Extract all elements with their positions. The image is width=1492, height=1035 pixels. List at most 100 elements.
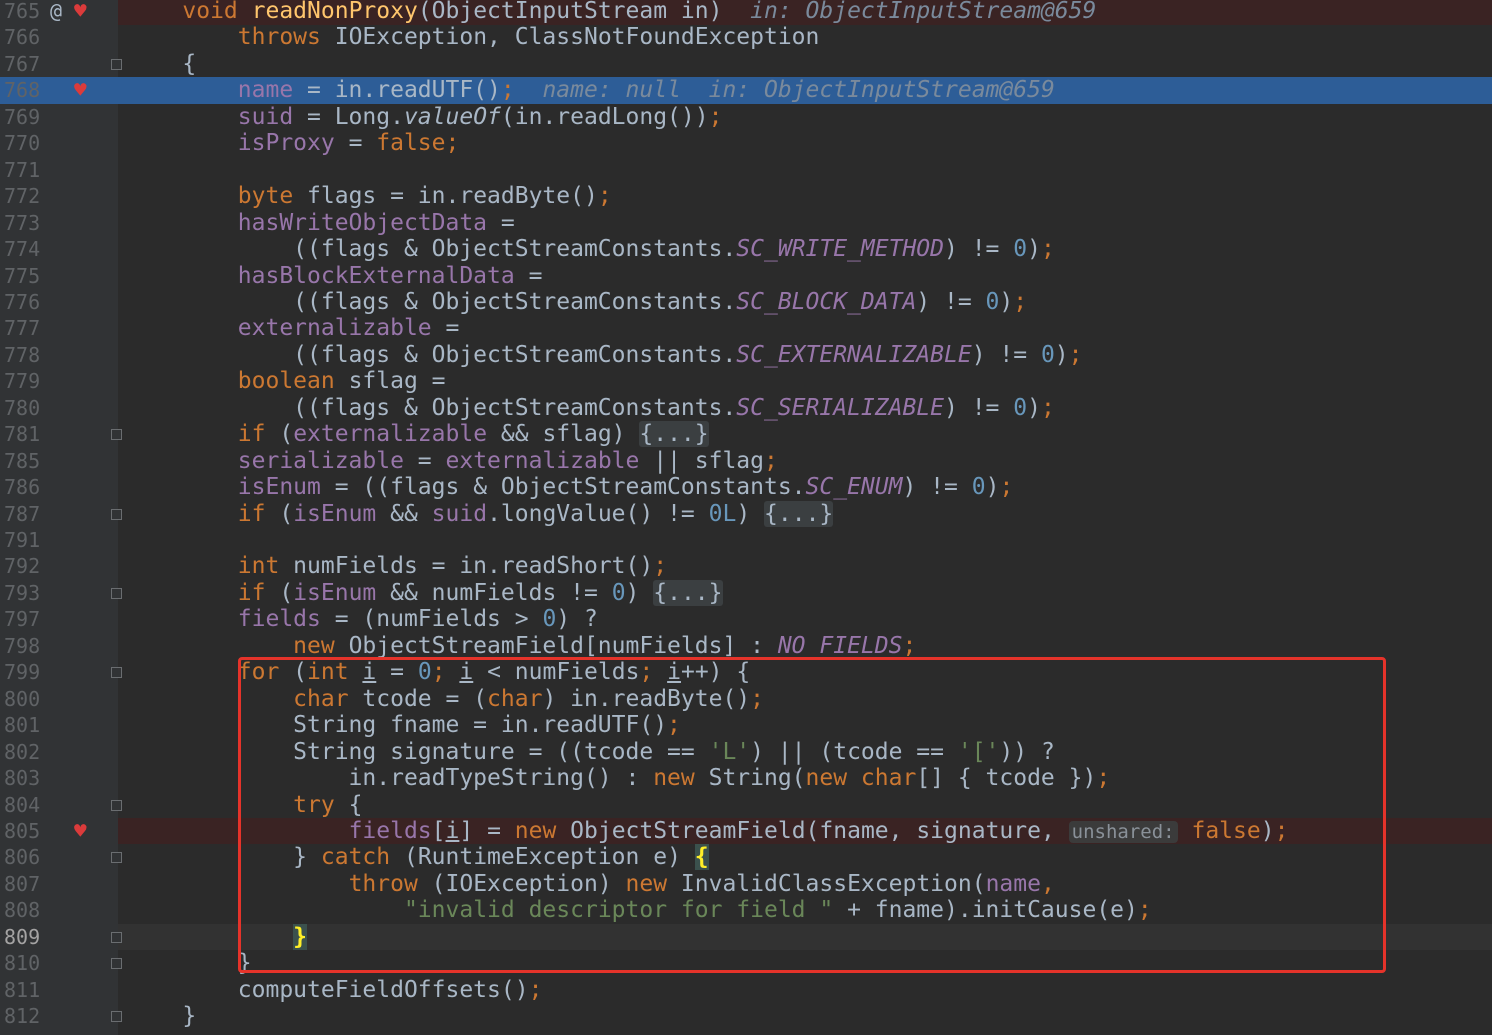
line-number[interactable]: 791 <box>4 527 44 554</box>
code-text[interactable]: throws IOException, ClassNotFoundExcepti… <box>127 24 820 51</box>
code-line-770[interactable]: 770 isProxy = false; <box>0 130 1492 157</box>
code-line-812[interactable]: 812 } <box>0 1003 1492 1030</box>
code-line-793[interactable]: 793 if (isEnum && numFields != 0) {...} <box>0 579 1492 607</box>
code-line-791[interactable]: 791 <box>0 527 1492 554</box>
code-line-805[interactable]: 805 ♥ fields[i] = new ObjectStreamField(f… <box>0 817 1492 846</box>
fold-toggle-icon[interactable] <box>111 1011 122 1023</box>
code-text[interactable]: throw (IOException) new InvalidClassExce… <box>127 871 1055 898</box>
line-number[interactable]: 802 <box>4 739 44 766</box>
code-line-800[interactable]: 800 char tcode = (char) in.readByte(); <box>0 685 1492 713</box>
code-text[interactable]: try { <box>127 792 362 819</box>
code-text[interactable]: if (externalizable && sflag) {...} <box>127 421 709 448</box>
line-number[interactable]: 770 <box>4 130 44 157</box>
line-number[interactable]: 812 <box>4 1003 44 1030</box>
line-number[interactable]: 787 <box>4 501 44 528</box>
code-text[interactable]: "invalid descriptor for field " + fname)… <box>127 897 1152 924</box>
line-number[interactable]: 792 <box>4 553 44 580</box>
code-line-774[interactable]: 774 ((flags & ObjectStreamConstants.SC_W… <box>0 236 1492 263</box>
code-line-771[interactable]: 771 <box>0 156 1492 184</box>
code-line-808[interactable]: 808 "invalid descriptor for field " + fn… <box>0 897 1492 924</box>
code-line-801[interactable]: 801 String fname = in.readUTF(); <box>0 712 1492 739</box>
code-editor[interactable]: 765 @ ♥ void readNonProxy(ObjectInputStrea… <box>0 0 1492 1035</box>
line-number[interactable]: 806 <box>4 844 44 871</box>
fold-toggle-icon[interactable] <box>111 667 122 679</box>
code-text[interactable]: serializable = externalizable || sflag; <box>127 448 778 475</box>
line-number[interactable]: 810 <box>4 950 44 977</box>
code-line-810[interactable]: 810 } <box>0 950 1492 977</box>
fold-toggle-icon[interactable] <box>111 958 122 970</box>
code-text[interactable]: } <box>127 923 308 951</box>
line-number[interactable]: 781 <box>4 421 44 448</box>
code-text[interactable]: } <box>127 950 252 977</box>
code-text[interactable]: int numFields = in.readShort(); <box>127 553 667 580</box>
code-text[interactable]: byte flags = in.readByte(); <box>127 183 612 210</box>
fold-toggle-icon[interactable] <box>111 852 122 864</box>
code-line-787[interactable]: 787 if (isEnum && suid.longValue() != 0L… <box>0 500 1492 528</box>
code-text[interactable]: fields = (numFields > 0) ? <box>127 606 598 633</box>
line-number[interactable]: 776 <box>4 289 44 316</box>
line-number[interactable]: 775 <box>4 263 44 290</box>
code-text[interactable]: in.readTypeString() : new String(new cha… <box>127 765 1111 792</box>
code-line-778[interactable]: 778 ((flags & ObjectStreamConstants.SC_E… <box>0 341 1492 369</box>
breakpoint-icon[interactable]: ♥ <box>74 818 87 845</box>
code-line-792[interactable]: 792 int numFields = in.readShort(); <box>0 553 1492 580</box>
code-line-811[interactable]: 811 computeFieldOffsets(); <box>0 976 1492 1004</box>
code-line-798[interactable]: 798 new ObjectStreamField[numFields] : N… <box>0 632 1492 660</box>
code-text[interactable]: { <box>127 51 196 78</box>
fold-toggle-icon[interactable] <box>111 508 122 520</box>
line-number[interactable]: 805 <box>4 818 44 845</box>
line-number[interactable]: 779 <box>4 368 44 395</box>
line-number[interactable]: 785 <box>4 448 44 475</box>
line-number[interactable]: 778 <box>4 342 44 369</box>
code-line-807[interactable]: 807 throw (IOException) new InvalidClass… <box>0 870 1492 898</box>
fold-toggle-icon[interactable] <box>111 429 122 441</box>
line-number[interactable]: 774 <box>4 236 44 263</box>
code-text[interactable]: externalizable = <box>127 315 460 342</box>
code-line-804[interactable]: 804 try { <box>0 791 1492 819</box>
code-line-806[interactable]: 806 } catch (RuntimeException e) { <box>0 844 1492 871</box>
line-number[interactable]: 766 <box>4 24 44 51</box>
code-text[interactable]: hasWriteObjectData = <box>127 210 515 237</box>
code-text[interactable]: for (int i = 0; i < numFields; i++) { <box>127 659 750 686</box>
line-number[interactable]: 780 <box>4 395 44 422</box>
code-text[interactable]: new ObjectStreamField[numFields] : NO_FI… <box>127 633 916 660</box>
line-number[interactable]: 769 <box>4 104 44 131</box>
fold-toggle-icon[interactable] <box>111 587 122 599</box>
code-text[interactable]: fields[i] = new ObjectStreamField(fname,… <box>127 818 1289 846</box>
code-text[interactable]: String fname = in.readUTF(); <box>127 712 681 739</box>
line-number[interactable]: 767 <box>4 51 44 78</box>
line-number[interactable]: 804 <box>4 792 44 819</box>
code-line-772[interactable]: 772 byte flags = in.readByte(); <box>0 183 1492 210</box>
line-number[interactable]: 801 <box>4 712 44 739</box>
line-number[interactable]: 809 <box>4 924 44 951</box>
code-text[interactable]: boolean sflag = <box>127 368 446 395</box>
code-line-785[interactable]: 785 serializable = externalizable || sfl… <box>0 447 1492 475</box>
code-text[interactable]: String signature = ((tcode == 'L') || (t… <box>127 739 1055 766</box>
folded-block[interactable]: {...} <box>639 421 709 448</box>
code-line-802[interactable]: 802 String signature = ((tcode == 'L') |… <box>0 738 1492 766</box>
line-number[interactable]: 771 <box>4 157 44 184</box>
code-text[interactable]: isEnum = ((flags & ObjectStreamConstants… <box>127 474 1014 501</box>
code-text[interactable]: ((flags & ObjectStreamConstants.SC_WRITE… <box>127 236 1055 263</box>
line-number[interactable]: 808 <box>4 897 44 924</box>
code-line-765[interactable]: 765 @ ♥ void readNonProxy(ObjectInputStrea… <box>0 0 1492 25</box>
breakpoint-icon[interactable]: ♥ <box>74 77 87 104</box>
breakpoint-icon[interactable]: ♥ <box>74 0 87 25</box>
fold-toggle-icon[interactable] <box>111 931 122 943</box>
code-line-769[interactable]: 769 suid = Long.valueOf(in.readLong()); <box>0 103 1492 131</box>
code-text[interactable]: ((flags & ObjectStreamConstants.SC_SERIA… <box>127 395 1055 422</box>
line-number[interactable]: 798 <box>4 633 44 660</box>
line-number[interactable]: 786 <box>4 474 44 501</box>
code-line-776[interactable]: 776 ((flags & ObjectStreamConstants.SC_B… <box>0 288 1492 316</box>
code-text[interactable]: if (isEnum && numFields != 0) {...} <box>127 579 723 607</box>
code-line-775[interactable]: 775 hasBlockExternalData = <box>0 262 1492 290</box>
code-text[interactable]: isProxy = false; <box>127 130 460 157</box>
code-text[interactable]: char tcode = (char) in.readByte(); <box>127 686 764 713</box>
code-text[interactable]: void readNonProxy(ObjectInputStream in) … <box>127 0 1096 25</box>
fold-toggle-icon[interactable] <box>111 799 122 811</box>
code-text[interactable]: } <box>127 1003 196 1030</box>
code-line-781[interactable]: 781 if (externalizable && sflag) {...} <box>0 421 1492 448</box>
code-line-786[interactable]: 786 isEnum = ((flags & ObjectStreamConst… <box>0 474 1492 501</box>
line-number[interactable]: 773 <box>4 210 44 237</box>
override-marker-icon[interactable]: @ <box>50 0 62 25</box>
